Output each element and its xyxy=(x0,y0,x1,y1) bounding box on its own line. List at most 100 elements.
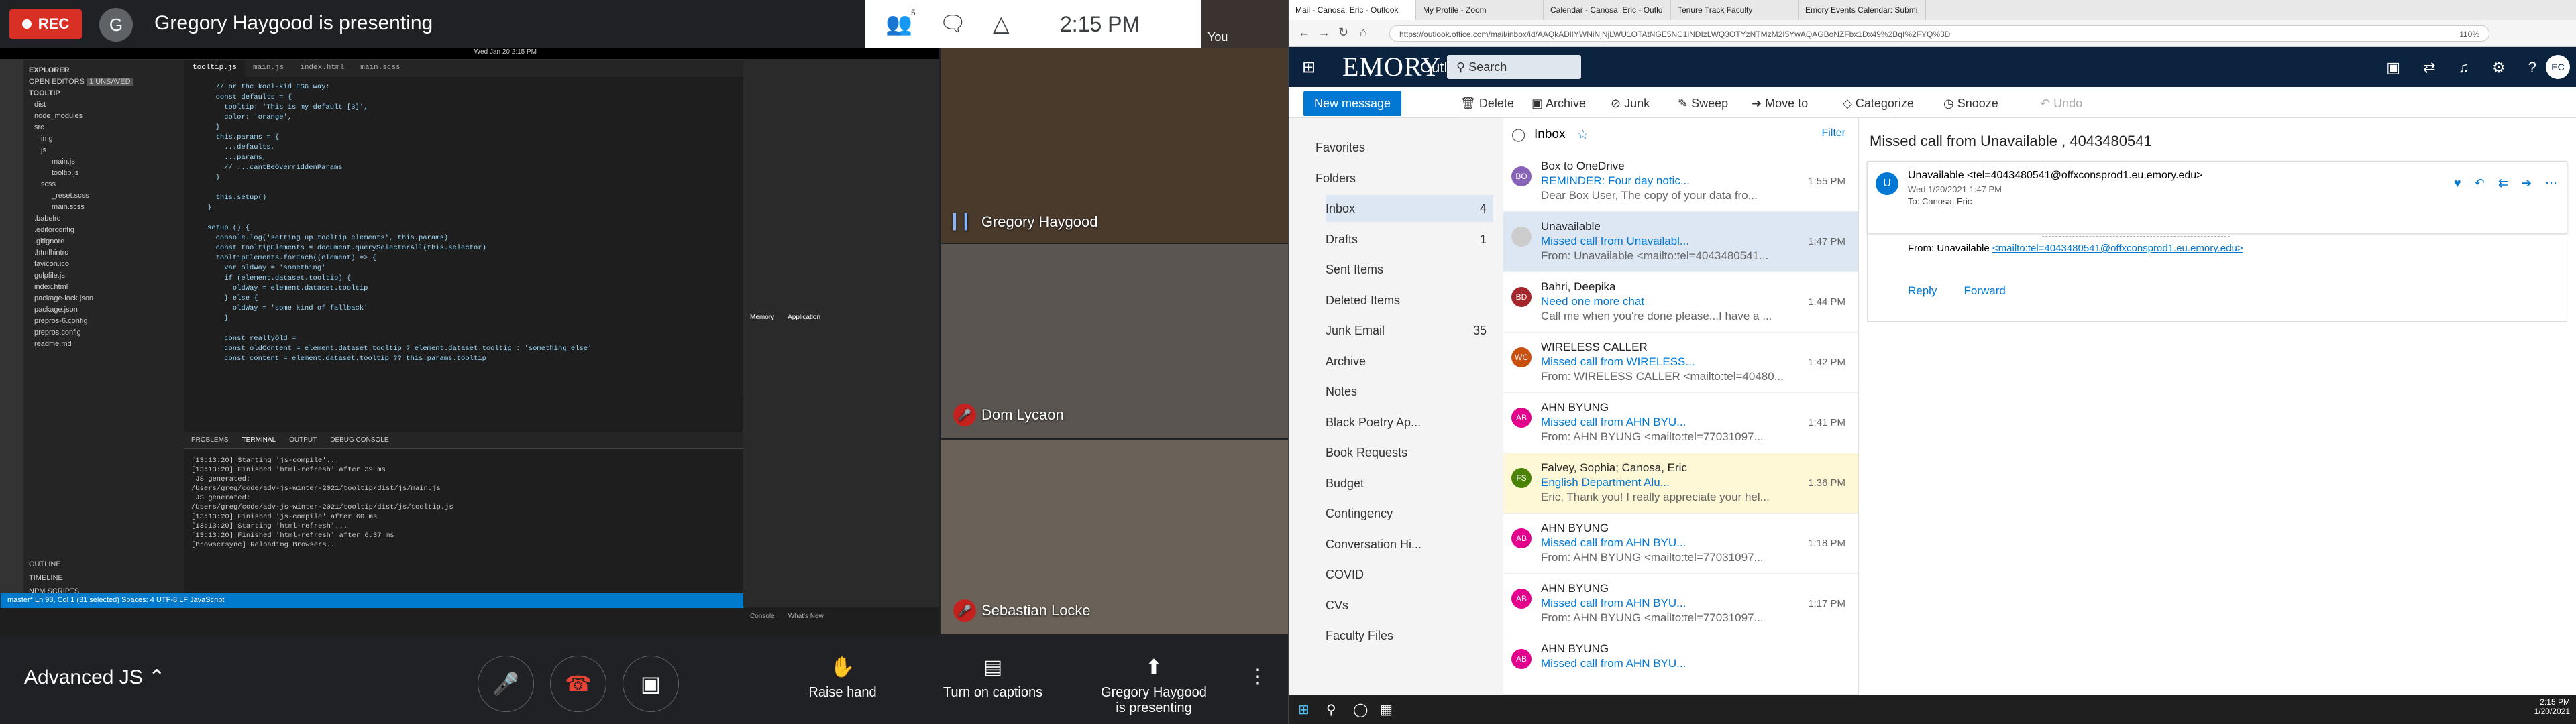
folder-item[interactable]: Conversation Hi... xyxy=(1326,531,1493,558)
folder-item[interactable]: Deleted Items xyxy=(1326,287,1493,314)
file-tree-item[interactable]: scss xyxy=(29,179,179,190)
url-field[interactable]: https://outlook.office.com/mail/inbox/id… xyxy=(1389,25,2489,42)
file-tree-item[interactable]: src xyxy=(29,122,179,133)
message-item[interactable]: WC WIRELESS CALLER Missed call from WIRELE… xyxy=(1503,333,1858,393)
folder-item[interactable]: Drafts 1 xyxy=(1326,226,1493,253)
file-tree-item[interactable]: main.js xyxy=(29,156,179,168)
tab-problems[interactable]: PROBLEMS xyxy=(191,436,229,444)
new-message-button[interactable]: New message xyxy=(1303,91,1402,116)
folder-item[interactable]: Book Requests xyxy=(1326,439,1493,466)
captions-button[interactable]: ▤ Turn on captions xyxy=(926,656,1060,701)
tab-memory[interactable]: Memory xyxy=(750,314,774,321)
folder-item[interactable]: Black Poetry Ap... xyxy=(1326,409,1493,436)
code-editor[interactable]: tooltip.js main.js index.html main.scss … xyxy=(184,60,744,402)
message-item[interactable]: FS Falvey, Sophia; Canosa, Eric English De… xyxy=(1503,453,1858,514)
home-icon[interactable]: ⌂ xyxy=(1360,25,1367,40)
raise-hand-button[interactable]: ✋ Raise hand xyxy=(802,656,883,701)
forward-button[interactable]: Forward xyxy=(1964,284,2005,298)
folder-item[interactable]: Inbox 4 xyxy=(1326,195,1493,222)
outline-section[interactable]: OUTLINE xyxy=(29,559,61,570)
delete-button[interactable]: 🗑 Delete xyxy=(1460,97,1514,111)
file-tree-item[interactable]: main.scss xyxy=(29,202,179,213)
browser-tab[interactable]: Calendar - Canosa, Eric - Outlo xyxy=(1544,0,1671,20)
sweep-button[interactable]: ✎ Sweep xyxy=(1678,97,1728,111)
folder-item[interactable]: Folders xyxy=(1316,165,1483,192)
folder-item[interactable]: Sent Items xyxy=(1326,256,1493,283)
message-item[interactable]: AB AHN BYUNG Missed call from AHN BYU... Fr… xyxy=(1503,393,1858,453)
folder-item[interactable]: CVs xyxy=(1326,592,1493,619)
message-item[interactable]: AB AHN BYUNG Missed call from AHN BYU... Fr… xyxy=(1503,514,1858,574)
tab-application[interactable]: Application xyxy=(788,314,820,321)
folder-item[interactable]: Contingency xyxy=(1326,500,1493,527)
meeting-details-button[interactable]: Advanced JS ⌃ xyxy=(24,666,165,689)
file-tree-item[interactable]: .htmlhintrc xyxy=(29,247,179,259)
move-to-button[interactable]: ➜ Move to xyxy=(1752,97,1808,111)
browser-tab[interactable]: Mail - Canosa, Eric - Outlook xyxy=(1289,0,1416,20)
message-item[interactable]: BD Bahri, Deepika Need one more chat Call m… xyxy=(1503,272,1858,333)
file-tree-item[interactable]: _reset.scss xyxy=(29,190,179,202)
forward-icon[interactable]: → xyxy=(1318,25,1330,40)
folder-item[interactable]: Notes xyxy=(1326,378,1493,405)
participant-tile[interactable]: 🎤 Sebastian Locke xyxy=(941,440,1288,634)
tab-main-js[interactable]: main.js xyxy=(245,60,292,77)
browser-tab[interactable]: Emory Events Calendar: Submi xyxy=(1799,0,1926,20)
tab-main-scss[interactable]: main.scss xyxy=(352,60,408,77)
tab-console[interactable]: Console xyxy=(750,613,775,620)
folder-item[interactable]: Archive xyxy=(1326,348,1493,375)
widgets-icon[interactable]: ▦ xyxy=(1380,701,1393,718)
tab-debug-console[interactable]: DEBUG CONSOLE xyxy=(330,436,388,444)
folder-item[interactable]: Junk Email 35 xyxy=(1326,317,1493,344)
code-content[interactable]: // or the kool-kid ES6 way: const defaul… xyxy=(184,82,592,364)
gear-icon[interactable]: ⚙ xyxy=(2492,59,2506,76)
file-tree-item[interactable]: prepros-6.config xyxy=(29,316,179,327)
folder-item[interactable]: COVID xyxy=(1326,561,1493,588)
terminal-output[interactable]: [13:13:20] Starting 'js-compile'... [13:… xyxy=(184,448,744,593)
select-all-icon[interactable]: ◯ xyxy=(1511,127,1525,143)
participant-tile[interactable]: 🎤 Dom Lycaon xyxy=(941,244,1288,438)
tab-tooltip-js[interactable]: tooltip.js xyxy=(184,60,246,77)
project-folder[interactable]: TOOLTIP xyxy=(29,88,179,99)
people-icon[interactable]: 👥 xyxy=(885,11,912,36)
categorize-button[interactable]: ◇ Categorize xyxy=(1843,97,1914,111)
tab-output[interactable]: OUTPUT xyxy=(289,436,317,444)
presentation-button[interactable]: ⬆ Gregory Haygood is presenting xyxy=(1087,656,1221,716)
mail-search-box[interactable]: ⚲ Search xyxy=(1447,55,1581,79)
undo-button[interactable]: ↶ Undo xyxy=(2040,97,2082,111)
file-tree-item[interactable]: js xyxy=(29,145,179,156)
activities-icon[interactable]: △ xyxy=(993,11,1010,36)
more-options-icon[interactable]: ⋮ xyxy=(1248,665,1268,688)
message-item[interactable]: AB AHN BYUNG Missed call from AHN BYU... xyxy=(1503,634,1858,695)
camera-button[interactable]: ▣ xyxy=(623,656,679,712)
help-icon[interactable]: ? xyxy=(2528,59,2536,76)
chat-icon[interactable]: 🗨 xyxy=(939,11,967,36)
message-item[interactable]: BO Box to OneDrive REMINDER: Four day noti… xyxy=(1503,152,1858,212)
vscode-activity-bar[interactable] xyxy=(1,60,23,608)
timeline-section[interactable]: TIMELINE xyxy=(29,572,63,584)
junk-button[interactable]: ⊘ Junk xyxy=(1611,97,1650,111)
search-taskbar-icon[interactable]: ⚲ xyxy=(1326,701,1336,718)
archive-button[interactable]: ▣ Archive xyxy=(1532,97,1586,111)
leave-call-button[interactable]: ☎ xyxy=(550,656,606,712)
file-tree-item[interactable]: index.html xyxy=(29,282,179,293)
tab-whats-new[interactable]: What's New xyxy=(788,613,824,620)
file-tree-item[interactable]: package-lock.json xyxy=(29,293,179,304)
file-tree-item[interactable]: .babelrc xyxy=(29,213,179,225)
file-tree-item[interactable]: gulpfile.js xyxy=(29,270,179,282)
file-tree-item[interactable]: package.json xyxy=(29,304,179,316)
tab-terminal[interactable]: TERMINAL xyxy=(242,436,276,444)
browser-tab[interactable]: My Profile - Zoom xyxy=(1416,0,1544,20)
folder-item[interactable]: Favorites xyxy=(1316,134,1483,161)
file-tree-item[interactable]: favicon.ico xyxy=(29,259,179,270)
tab-index-html[interactable]: index.html xyxy=(292,60,352,77)
self-view-tile[interactable]: You xyxy=(1201,0,1288,48)
task-view-icon[interactable]: ◯ xyxy=(1353,701,1368,718)
snooze-button[interactable]: ◷ Snooze xyxy=(1943,97,1998,111)
participant-tile[interactable]: ▎▎ Gregory Haygood xyxy=(941,48,1288,243)
file-tree-item[interactable]: dist xyxy=(29,99,179,111)
back-icon[interactable]: ← xyxy=(1298,25,1310,40)
bell-icon[interactable]: ♫ xyxy=(2459,59,2470,76)
file-tree-item[interactable]: img xyxy=(29,133,179,145)
message-item[interactable]: AB AHN BYUNG Missed call from AHN BYU... Fr… xyxy=(1503,574,1858,634)
filter-button[interactable]: Filter xyxy=(1821,127,1845,139)
teams-icon[interactable]: ▣ xyxy=(2386,59,2400,76)
